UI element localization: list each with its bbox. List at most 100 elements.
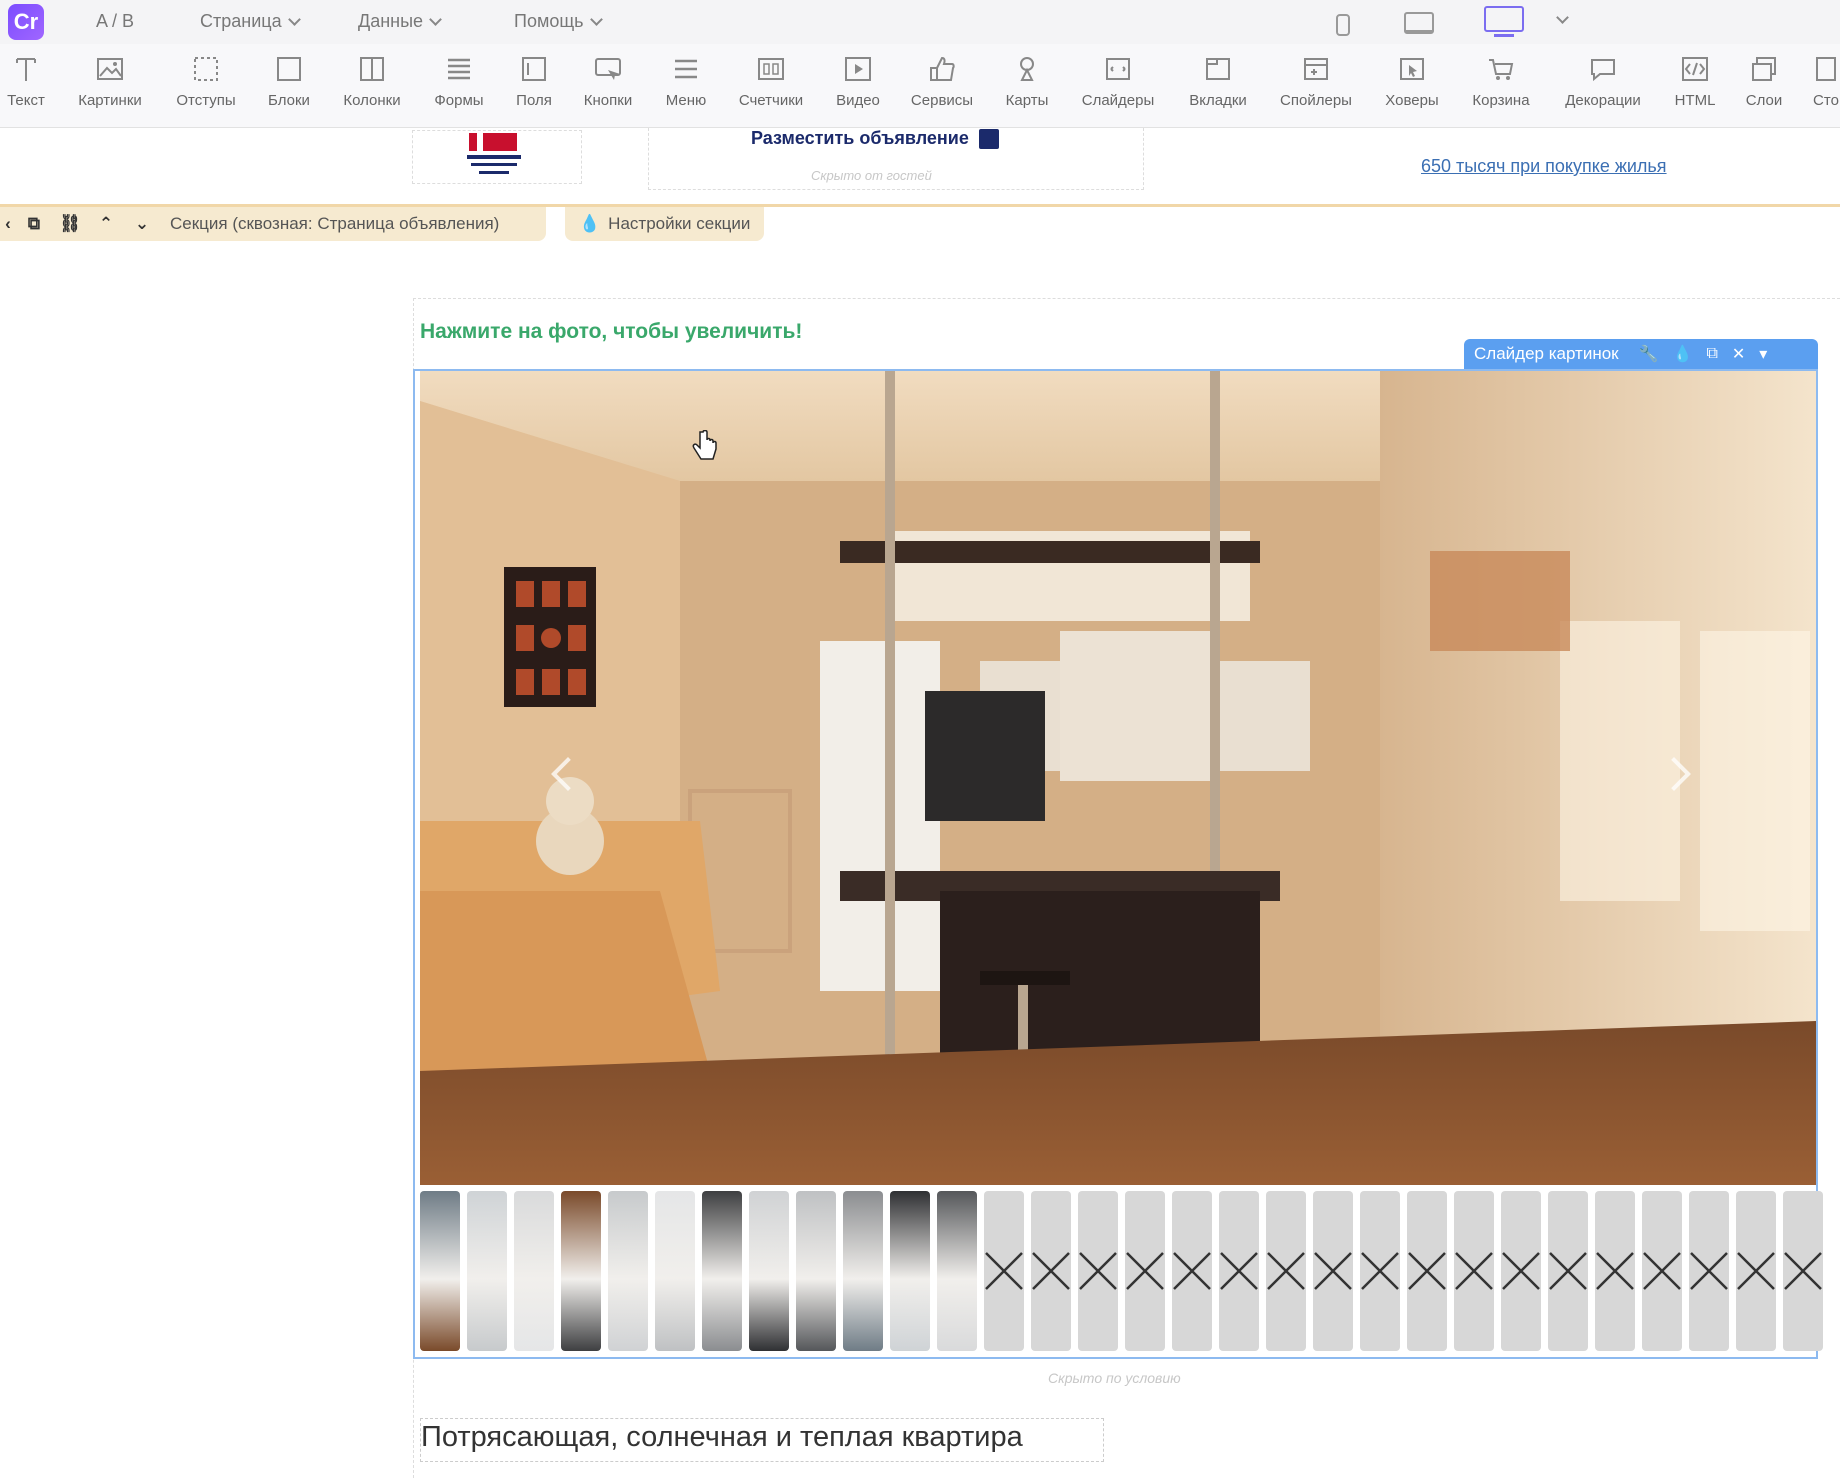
collapse-icon[interactable]: ‹ (0, 214, 16, 234)
toolbar-maps-button[interactable]: Карты (997, 52, 1057, 109)
thumbnail-photo[interactable] (702, 1191, 742, 1351)
toolbar-video-button[interactable]: Видео (828, 52, 888, 109)
stop-icon (1816, 57, 1836, 81)
toolbar-counters-button[interactable]: Счетчики (739, 52, 803, 109)
toolbar-decorations-button[interactable]: Декорации (1565, 52, 1641, 109)
html-icon (1682, 57, 1708, 81)
hidden-by-condition-note: Скрыто по условию (1048, 1370, 1181, 1386)
toolbar-spoilers-button[interactable]: Спойлеры (1280, 52, 1352, 109)
toolbar-layers-button[interactable]: Слои (1734, 52, 1794, 109)
thumbnail-placeholder[interactable] (1642, 1191, 1682, 1351)
thumbnail-placeholder[interactable] (1548, 1191, 1588, 1351)
duplicate-icon[interactable]: ⧉ (1706, 345, 1717, 363)
slider-thumbnails (420, 1191, 1823, 1351)
thumbnail-photo[interactable] (514, 1191, 554, 1351)
link-icon[interactable]: ⛓ (52, 214, 88, 234)
thumbnail-placeholder[interactable] (1172, 1191, 1212, 1351)
forms-icon (448, 58, 470, 80)
listing-title[interactable]: Потрясающая, солнечная и теплая квартира (421, 1421, 1023, 1454)
broken-image-icon (1549, 1252, 1587, 1290)
thumbnail-photo[interactable] (561, 1191, 601, 1351)
page-menu[interactable]: Страница (200, 11, 301, 32)
thumbnail-placeholder[interactable] (1125, 1191, 1165, 1351)
section-settings-button[interactable]: 💧 Настройки секции (565, 207, 765, 241)
toolbar-forms-button[interactable]: Формы (429, 52, 489, 109)
text-icon (16, 58, 36, 81)
broken-image-icon (985, 1252, 1023, 1290)
toolbar-services-button[interactable]: Сервисы (911, 52, 973, 109)
toolbar-columns-button[interactable]: Колонки (342, 52, 402, 109)
widget-toolbar: Текст Картинки Отступы Блоки Колонки Формы Пол… (0, 44, 1840, 128)
thumbnail-placeholder[interactable] (1783, 1191, 1823, 1351)
thumbnail-photo[interactable] (843, 1191, 883, 1351)
post-ad-icon (978, 128, 999, 149)
thumbnail-placeholder[interactable] (1736, 1191, 1776, 1351)
thumbnail-placeholder[interactable] (1360, 1191, 1400, 1351)
mortgage-link[interactable]: 650 тысяч при покупке жилья (1421, 156, 1667, 177)
chevron-down-icon[interactable]: ▾ (1759, 344, 1767, 364)
broken-image-icon (1784, 1252, 1822, 1290)
toolbar-html-button[interactable]: HTML (1665, 52, 1725, 109)
thumbnail-placeholder[interactable] (1689, 1191, 1729, 1351)
toolbar-text-button[interactable]: Текст (0, 52, 56, 109)
thumbnail-placeholder[interactable] (1454, 1191, 1494, 1351)
move-down-icon[interactable]: ⌄ (124, 214, 160, 234)
toolbar-hovers-button[interactable]: Ховеры (1382, 52, 1442, 109)
content-guide-top (413, 298, 1840, 299)
wrench-icon[interactable]: 🔧 (1639, 344, 1659, 364)
help-menu[interactable]: Помощь (514, 11, 603, 32)
thumbnail-photo[interactable] (655, 1191, 695, 1351)
app-logo[interactable]: Cr (8, 4, 44, 40)
drop-icon[interactable]: 💧 (1673, 344, 1693, 364)
hovers-icon (1400, 58, 1424, 80)
ab-test-menu[interactable]: A / B (96, 11, 134, 32)
toolbar-buttons-button[interactable]: Кнопки (578, 52, 638, 109)
thumbnail-photo[interactable] (467, 1191, 507, 1351)
thumbnail-placeholder[interactable] (1313, 1191, 1353, 1351)
thumbnail-placeholder[interactable] (1266, 1191, 1306, 1351)
block-icon (277, 57, 301, 81)
close-icon[interactable]: ✕ (1732, 344, 1745, 364)
toolbar-block-button[interactable]: Блоки (259, 52, 319, 109)
apartment-photo (420, 371, 1816, 1185)
desktop-view-icon[interactable] (1484, 6, 1524, 32)
thumbnail-photo[interactable] (796, 1191, 836, 1351)
thumbnail-photo[interactable] (890, 1191, 930, 1351)
hand-cursor-icon (692, 430, 717, 460)
agency-logo (467, 133, 521, 174)
thumbnail-photo[interactable] (420, 1191, 460, 1351)
tablet-view-icon[interactable] (1404, 12, 1434, 34)
thumbnail-placeholder[interactable] (1595, 1191, 1635, 1351)
thumbnail-placeholder[interactable] (1501, 1191, 1541, 1351)
mobile-view-icon[interactable] (1336, 14, 1350, 36)
chevron-down-icon (429, 12, 442, 26)
toolbar-fields-button[interactable]: Поля (504, 52, 564, 109)
columns-icon (360, 57, 384, 81)
copy-icon[interactable]: ⧉ (16, 214, 52, 234)
toolbar-stop-button[interactable]: Сто (1796, 52, 1840, 109)
move-up-icon[interactable]: ⌃ (88, 214, 124, 234)
thumbnail-placeholder[interactable] (1407, 1191, 1447, 1351)
toolbar-cart-button[interactable]: Корзина (1471, 52, 1531, 109)
thumbnail-placeholder[interactable] (1031, 1191, 1071, 1351)
site-logo-block[interactable] (412, 130, 582, 184)
broken-image-icon (1173, 1252, 1211, 1290)
toolbar-image-button[interactable]: Картинки (78, 52, 142, 109)
toolbar-sliders-button[interactable]: Слайдеры (1082, 52, 1154, 109)
counters-icon (758, 58, 784, 80)
slider-main-photo[interactable] (420, 371, 1816, 1185)
thumbnail-photo[interactable] (608, 1191, 648, 1351)
data-menu[interactable]: Данные (358, 11, 442, 32)
toolbar-padding-button[interactable]: Отступы (176, 52, 236, 109)
thumbnail-placeholder[interactable] (1219, 1191, 1259, 1351)
view-dropdown-icon[interactable] (1556, 11, 1569, 24)
toolbar-menu-button[interactable]: Меню (656, 52, 716, 109)
post-ad-block: Разместить объявление Скрыто от гостей (648, 128, 1144, 190)
post-ad-button[interactable]: Разместить объявление (751, 128, 999, 149)
image-icon (97, 58, 123, 80)
thumbnail-placeholder[interactable] (1078, 1191, 1118, 1351)
thumbnail-photo[interactable] (937, 1191, 977, 1351)
thumbnail-placeholder[interactable] (984, 1191, 1024, 1351)
thumbnail-photo[interactable] (749, 1191, 789, 1351)
toolbar-tabs-button[interactable]: Вкладки (1188, 52, 1248, 109)
